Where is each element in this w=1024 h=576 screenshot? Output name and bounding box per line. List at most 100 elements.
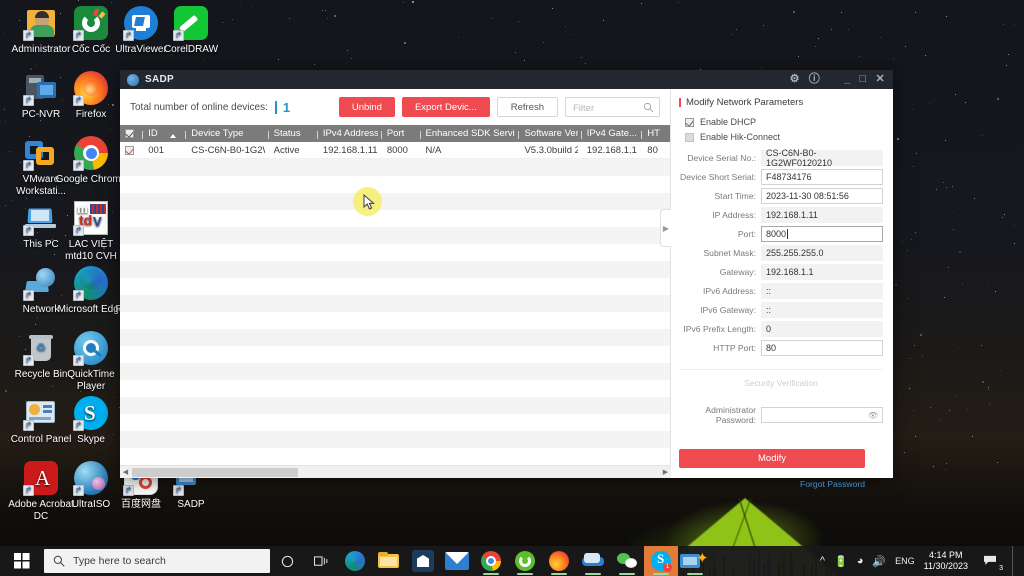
column-header-ht[interactable]: HT (638, 128, 670, 139)
export-device-button[interactable]: Export Devic... (401, 97, 490, 117)
taskbar-coccoc-browser-icon[interactable] (508, 546, 542, 576)
enable-hik-connect-checkbox[interactable] (685, 132, 694, 142)
empty-row (120, 329, 670, 346)
column-header-enhanced-sdk-servic[interactable]: Enhanced SDK Servic... (417, 128, 515, 139)
vmware-workstation-icon (23, 136, 58, 171)
shortcut-badge-icon (23, 95, 34, 106)
field-value-gateway: 192.168.1.1 (766, 267, 814, 277)
cortana-circle-icon[interactable] (270, 546, 304, 576)
field-value-device-serial-no: CS-C6N-B0-1G2WF0120210 (766, 148, 833, 168)
taskbar-microsoft-store-icon[interactable] (406, 546, 440, 576)
sadp-icon (127, 73, 139, 86)
taskbar-wechat-icon[interactable] (610, 546, 644, 576)
column-header-ipv4-address[interactable]: IPv4 Address (314, 128, 378, 139)
empty-row (120, 414, 670, 431)
column-header-device-type[interactable]: Device Type (182, 128, 264, 139)
column-header-status[interactable]: Status (265, 128, 314, 139)
select-all-header-cell[interactable] (120, 129, 139, 138)
clock[interactable]: 4:14 PM 11/30/2023 (924, 550, 968, 572)
close-icon[interactable]: ✕ (875, 74, 885, 85)
field-label-ipv6-gateway: IPv6 Gateway: (700, 305, 756, 315)
column-header-port[interactable]: Port (378, 128, 417, 139)
scroll-right-arrow[interactable]: ▶ (660, 468, 671, 476)
field-value-ipv6-gateway: :: (766, 305, 772, 315)
show-desktop-button[interactable] (1012, 546, 1018, 576)
cell-ipv4-address: 192.168.1.11 (322, 144, 378, 156)
minimize-icon[interactable]: _ (844, 74, 850, 85)
column-header-ipv4-gate[interactable]: IPv4 Gate... (578, 128, 639, 139)
cell-status: Active (273, 144, 300, 156)
windows-taskbar: Type here to search S 1 ✦ ^ 🔋 ◕ 🔊 ENG 4:14… (0, 546, 1024, 576)
sort-caret-icon (170, 134, 177, 138)
taskbar-file-explorer-icon[interactable] (372, 546, 406, 576)
column-header-label: ID (148, 128, 158, 139)
taskbar-mail-icon[interactable] (440, 546, 474, 576)
wifi-icon[interactable]: ◕ (857, 555, 864, 567)
row-checkbox[interactable] (125, 145, 135, 155)
row-select-cell[interactable] (120, 145, 139, 155)
total-count-accent-bar (274, 100, 277, 114)
enable-dhcp-checkbox-row[interactable]: Enable DHCP (679, 117, 883, 127)
field-value-subnet-mask: 255.255.255.0 (766, 248, 824, 258)
info-icon[interactable]: ⓘ (809, 74, 820, 85)
show-hidden-icons-icon[interactable]: ^ (820, 555, 825, 567)
empty-row (120, 244, 670, 261)
shortcut-badge-icon (73, 30, 84, 41)
modify-network-parameters-panel: Modify Network Parameters Enable DHCP En… (671, 89, 893, 489)
desktop-icon-label: CorelDRAW (163, 44, 219, 55)
volume-icon[interactable]: 🔊 (872, 555, 886, 568)
empty-row (120, 380, 670, 397)
horizontal-scrollbar[interactable]: ◀ ▶ (120, 465, 671, 478)
taskbar-firefox-icon[interactable] (542, 546, 576, 576)
select-all-checkbox[interactable] (125, 129, 135, 138)
coccoc-browser-icon (73, 6, 108, 41)
total-devices-count: 1 (282, 99, 291, 115)
eye-icon[interactable]: 👁 (868, 411, 878, 420)
column-header-software-ver[interactable]: Software Ver... (515, 128, 578, 139)
task-view-icon[interactable] (304, 546, 338, 576)
taskbar-sadp-icon[interactable]: ✦ (678, 546, 712, 576)
action-center-icon[interactable]: 3 (977, 546, 1003, 576)
desktop-icon-coreldraw[interactable]: CorelDRAW (154, 6, 228, 56)
sadp-window[interactable]: SADP ⚙ ⓘ _ □ ✕ Total number of online de… (120, 70, 893, 489)
scrollbar-thumb[interactable] (132, 467, 298, 477)
panel-collapse-toggle[interactable]: ▶ (660, 209, 671, 247)
field-row-gateway: Gateway: 192.168.1.1 (679, 264, 883, 280)
taskbar-teamviewer-icon[interactable] (576, 546, 610, 576)
column-header-label: Status (273, 128, 301, 139)
desktop-icon-label: SADP (177, 499, 205, 510)
unbind-button[interactable]: Unbind (338, 97, 395, 117)
scroll-left-arrow[interactable]: ◀ (120, 468, 131, 476)
taskbar-google-chrome-icon[interactable] (474, 546, 508, 576)
cell-software-version: V5.3.0build 23... (524, 144, 578, 156)
administrator-password-field[interactable]: 👁 (761, 407, 883, 423)
gear-icon[interactable]: ⚙ (790, 74, 800, 85)
empty-row (120, 227, 670, 244)
field-input-start-time[interactable]: 2023-11-30 08:51:56 (761, 188, 883, 204)
shortcut-badge-icon (73, 420, 84, 431)
table-row[interactable]: 001 CS-C6N-B0-1G2WF Active 192.168.1.11 8000… (120, 142, 670, 159)
battery-icon[interactable]: 🔋 (834, 555, 848, 568)
field-input-port[interactable]: 8000 (761, 226, 883, 242)
forgot-password-link[interactable]: Forgot Password (800, 479, 865, 489)
field-row-http-port: HTTP Port: 80 (679, 340, 883, 356)
refresh-button[interactable]: Refresh (496, 97, 558, 117)
user-folder-icon (23, 6, 58, 41)
enable-hik-connect-checkbox-row[interactable]: Enable Hik-Connect (679, 132, 883, 142)
filter-field-wrapper[interactable] (565, 97, 660, 118)
field-row-device-short-serial: Device Short Serial: F48734176 (679, 169, 883, 185)
column-header-label: IPv4 Gate... (586, 128, 637, 139)
language-indicator[interactable]: ENG (895, 556, 915, 566)
taskbar-skype-icon[interactable]: S1 (644, 546, 678, 576)
maximize-icon[interactable]: □ (860, 74, 867, 85)
window-titlebar[interactable]: SADP ⚙ ⓘ _ □ ✕ (120, 70, 893, 89)
field-input-http-port[interactable]: 80 (761, 340, 883, 356)
search-input[interactable]: Type here to search (44, 549, 270, 573)
enable-dhcp-checkbox[interactable] (685, 117, 694, 127)
windows-start-icon[interactable] (0, 546, 44, 576)
taskbar-microsoft-edge-icon[interactable] (338, 546, 372, 576)
column-header-id[interactable]: ID (139, 128, 182, 139)
empty-row (120, 431, 670, 448)
field-input-device-short-serial[interactable]: F48734176 (761, 169, 883, 185)
modify-button[interactable]: Modify (679, 449, 865, 468)
